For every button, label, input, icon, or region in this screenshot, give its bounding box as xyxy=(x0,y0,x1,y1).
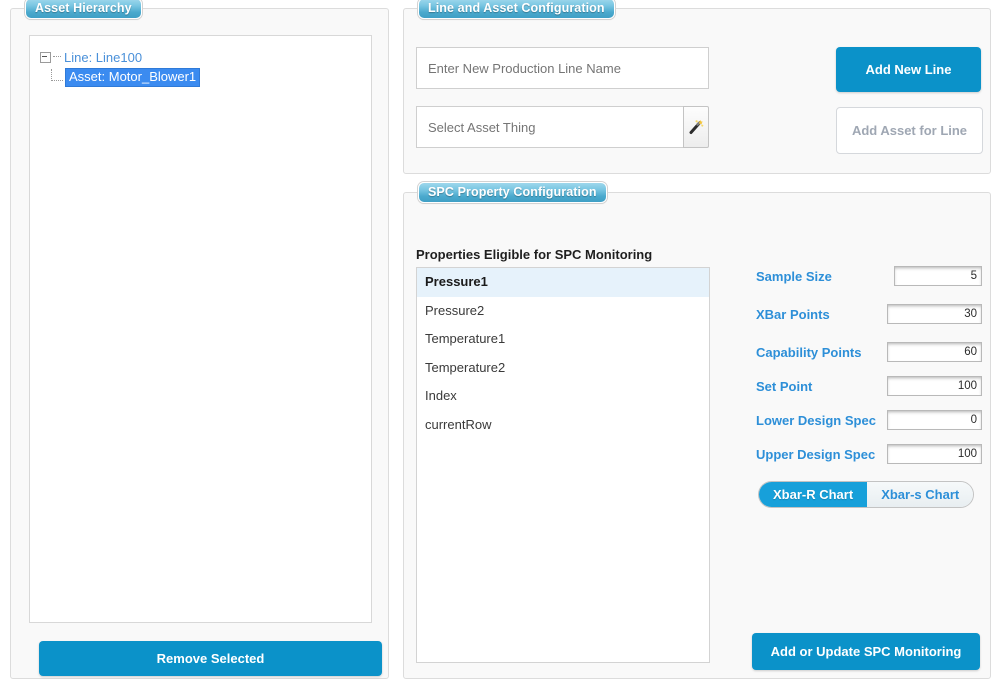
spc-properties-list[interactable]: Pressure1 Pressure2 Temperature1 Temperatur… xyxy=(416,267,710,663)
spc-field-input[interactable] xyxy=(887,342,982,362)
spc-property-item[interactable]: currentRow xyxy=(417,411,709,440)
spc-property-item[interactable]: Pressure2 xyxy=(417,297,709,326)
chart-type-option-label: Xbar-s Chart xyxy=(881,487,960,502)
magic-wand-icon xyxy=(689,120,704,134)
spc-field-input[interactable] xyxy=(887,410,982,430)
spc-property-item-label: Pressure2 xyxy=(425,302,485,318)
production-line-name-input[interactable] xyxy=(416,47,709,89)
remove-selected-button[interactable]: Remove Selected xyxy=(39,641,382,676)
spc-field-label: Capability Points xyxy=(756,344,862,360)
spc-field-row: Lower Design Spec xyxy=(756,407,986,433)
tree-node-line-label: Line: Line100 xyxy=(64,49,143,65)
add-or-update-spc-monitoring-button-label: Add or Update SPC Monitoring xyxy=(770,644,962,659)
spc-field-input[interactable] xyxy=(887,444,982,464)
spc-field-row: Capability Points xyxy=(756,339,986,365)
spc-field-label: Set Point xyxy=(756,378,813,394)
line-asset-configuration-panel: Line and Asset Configuration Add New Lin… xyxy=(403,0,991,174)
minus-box-icon[interactable] xyxy=(40,51,51,63)
asset-hierarchy-tree[interactable]: Line: Line100 Asset: Motor_Blower1 xyxy=(29,35,372,623)
add-asset-for-line-button[interactable]: Add Asset for Line xyxy=(836,107,983,154)
chart-type-toggle[interactable]: Xbar-R Chart Xbar-s Chart xyxy=(758,481,975,508)
properties-eligible-caption: Properties Eligible for SPC Monitoring xyxy=(416,247,653,262)
spc-field-label: Upper Design Spec xyxy=(756,446,876,462)
asset-hierarchy-panel: Asset Hierarchy Line: Line100 Asset: Mot… xyxy=(10,0,389,679)
spc-property-item[interactable]: Index xyxy=(417,382,709,411)
add-new-line-button[interactable]: Add New Line xyxy=(836,47,981,92)
chart-type-option[interactable]: Xbar-R Chart xyxy=(759,482,868,507)
spc-property-configuration-panel-title: SPC Property Configuration xyxy=(418,182,607,203)
chart-type-option-label: Xbar-R Chart xyxy=(773,487,854,502)
tree-connector xyxy=(53,56,61,58)
spc-property-item[interactable]: Pressure1 xyxy=(417,268,709,297)
add-new-line-button-label: Add New Line xyxy=(865,62,952,77)
spc-field-label: XBar Points xyxy=(756,306,830,322)
asset-hierarchy-panel-title: Asset Hierarchy xyxy=(25,0,142,19)
spc-field-label: Sample Size xyxy=(756,268,832,284)
tree-node-asset-label: Asset: Motor_Blower1 xyxy=(65,67,201,87)
spc-property-configuration-panel: SPC Property Configuration Properties El… xyxy=(403,182,991,679)
asset-thing-input[interactable] xyxy=(416,106,683,148)
spc-property-item[interactable]: Temperature1 xyxy=(417,325,709,354)
spc-property-item-label: Temperature1 xyxy=(425,331,506,346)
spc-property-item-label: Index xyxy=(425,388,457,403)
spc-property-item[interactable]: Temperature2 xyxy=(417,354,709,383)
spc-field-row: Set Point xyxy=(756,373,986,399)
spc-field-label: Lower Design Spec xyxy=(756,412,876,428)
spc-field-row: XBar Points xyxy=(756,301,986,327)
spc-property-item-label: currentRow xyxy=(425,416,492,432)
chart-type-option[interactable]: Xbar-s Chart xyxy=(867,482,974,507)
spc-property-item-label: Pressure1 xyxy=(425,274,488,289)
spc-configuration-screen: Asset Hierarchy Line: Line100 Asset: Mot… xyxy=(0,0,999,687)
spc-field-row: Upper Design Spec xyxy=(756,441,986,467)
tree-node-line[interactable]: Line: Line100 xyxy=(40,47,371,67)
tree-elbow-connector xyxy=(51,68,63,81)
spc-field-row: Sample Size xyxy=(756,263,986,289)
magic-wand-picker-button[interactable] xyxy=(683,106,709,148)
tree-node-asset[interactable]: Asset: Motor_Blower1 xyxy=(40,67,371,87)
spc-property-item-label: Temperature2 xyxy=(425,359,506,375)
spc-field-input[interactable] xyxy=(887,304,982,324)
spc-field-input[interactable] xyxy=(894,266,982,286)
tree-root: Line: Line100 Asset: Motor_Blower1 xyxy=(30,36,371,87)
remove-selected-button-label: Remove Selected xyxy=(156,651,265,666)
spc-field-input[interactable] xyxy=(887,376,982,396)
add-asset-for-line-button-label: Add Asset for Line xyxy=(851,123,968,138)
add-or-update-spc-monitoring-button[interactable]: Add or Update SPC Monitoring xyxy=(752,633,980,670)
line-asset-configuration-panel-title: Line and Asset Configuration xyxy=(418,0,615,19)
